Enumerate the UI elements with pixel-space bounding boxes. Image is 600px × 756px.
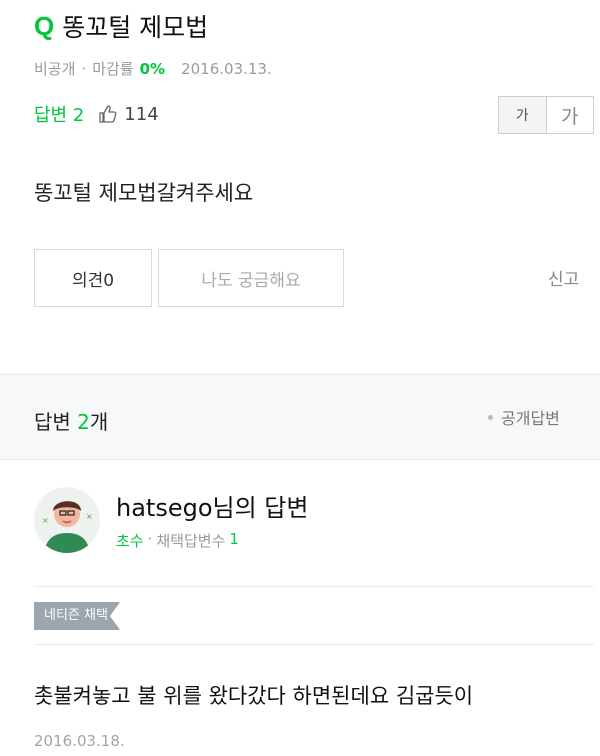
- answers-count: 2: [77, 410, 90, 434]
- rank-level: 초수: [116, 532, 144, 550]
- adopted-count: 1: [229, 530, 239, 548]
- answers-count-heading: 답변 2개: [34, 406, 108, 435]
- adopted-label: 채택답변수: [156, 532, 226, 550]
- question-title-text: 똥꼬털 제모법: [62, 13, 209, 42]
- answers-label: 답변: [34, 410, 71, 434]
- font-size-toggle: 가 가: [498, 96, 594, 134]
- question-date: 2016.03.13.: [181, 59, 272, 78]
- answer-count-link[interactable]: 답변 2: [34, 101, 84, 127]
- public-answer-label[interactable]: 공개답변: [501, 405, 560, 429]
- rank-separator: ·: [147, 530, 153, 548]
- question-stats: 답변 2 114: [34, 101, 159, 127]
- svg-text:×: ×: [42, 516, 49, 525]
- answerer-name[interactable]: hatsego님의 답변: [116, 488, 308, 523]
- answerer-rank: 초수 · 채택답변수 1: [116, 530, 239, 551]
- answers-suffix: 개: [89, 410, 109, 434]
- thumb-up-icon[interactable]: [98, 104, 118, 124]
- divider: [34, 586, 594, 587]
- avatar[interactable]: × ×: [34, 487, 100, 553]
- font-small-button[interactable]: 가: [499, 97, 547, 133]
- svg-text:×: ×: [86, 512, 93, 521]
- divider: [34, 644, 594, 645]
- closing-rate-label: 마감률: [92, 60, 134, 78]
- question-title: Q 똥꼬털 제모법: [34, 8, 208, 44]
- visibility-label: 비공개: [34, 60, 76, 78]
- answer-body: 촛불켜놓고 불 위를 왔다갔다 하면된데요 김굽듯이: [34, 684, 474, 708]
- answer-date: 2016.03.18.: [34, 732, 125, 750]
- question-meta: 비공개 · 마감률 0% 2016.03.13.: [34, 58, 272, 79]
- badge-ribbon-cut: [109, 602, 120, 630]
- closing-rate-value: 0%: [139, 59, 166, 78]
- badge-label: 네티즌 채택: [34, 602, 120, 630]
- like-count: 114: [124, 103, 159, 125]
- opinion-button[interactable]: 의견0: [34, 249, 152, 307]
- meta-separator: ·: [81, 59, 87, 78]
- answer-card: × × hatsego님의 답변 초수 · 채택답변수 1 네티즌 채택 촛불켜…: [0, 462, 600, 756]
- font-large-button[interactable]: 가: [547, 97, 594, 133]
- question-mark-icon: Q: [34, 10, 55, 41]
- public-answer-link[interactable]: 공개답변: [488, 405, 560, 429]
- bullet-icon: [488, 414, 493, 420]
- netizen-choice-badge: 네티즌 채택: [34, 602, 120, 630]
- answers-section-header: 답변 2개 공개답변: [0, 374, 600, 460]
- report-link[interactable]: 신고: [548, 265, 579, 290]
- question-body: 똥꼬털 제모법갈켜주세요: [34, 181, 254, 205]
- me-too-curious-button[interactable]: 나도 궁금해요: [158, 249, 344, 307]
